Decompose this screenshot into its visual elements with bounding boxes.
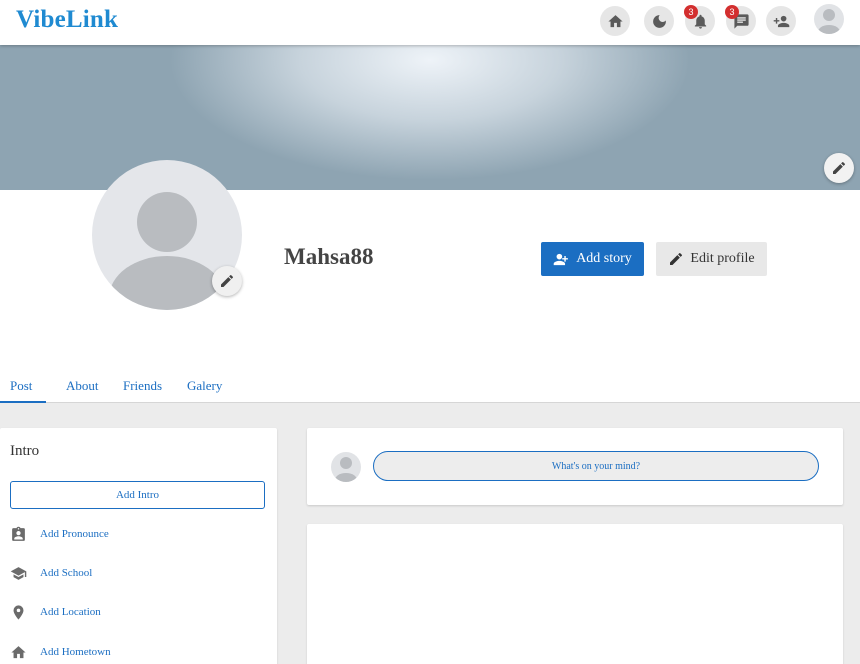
add-intro-button[interactable]: Add Intro [10,481,265,509]
notifications-button[interactable]: 3 [684,5,715,36]
profile-tabs: Post About Friends Galery [0,372,860,403]
profile-username: Mahsa88 [284,244,374,269]
add-hometown-item[interactable]: Add Hometown [10,642,111,662]
moon-icon [652,14,666,28]
add-location-item[interactable]: Add Location [10,602,101,622]
dark-mode-toggle[interactable] [644,6,674,36]
school-icon [10,566,27,580]
edit-profile-button[interactable]: Edit profile [656,242,767,276]
badge-icon [12,526,25,541]
active-tab-indicator [0,401,46,403]
user-placeholder-icon [335,457,357,482]
feed-card [307,524,843,664]
add-person-icon [773,15,789,27]
add-location-label: Add Location [40,606,101,618]
notifications-badge: 3 [684,5,698,19]
edit-profile-label: Edit profile [690,251,755,266]
add-person-icon [553,253,569,265]
home-icon [11,645,26,658]
cover-photo [0,45,860,190]
add-school-item[interactable]: Add School [10,563,92,583]
add-pronounce-item[interactable]: Add Pronounce [10,524,109,544]
pencil-icon [670,252,683,265]
edit-cover-button[interactable] [824,153,854,183]
tab-about[interactable]: About [66,378,99,394]
home-icon [607,14,623,27]
add-school-label: Add School [40,567,93,579]
intro-card: Intro Add Intro Add Pronounce Add School… [0,428,277,664]
messages-badge: 3 [725,5,739,19]
home-button[interactable] [600,6,630,36]
pencil-icon [833,161,846,174]
add-story-label: Add story [576,251,632,266]
add-pronounce-label: Add Pronounce [40,528,109,540]
top-navbar: VibeLink 3 3 [0,0,860,45]
pencil-icon [221,274,234,287]
account-avatar[interactable] [814,4,844,34]
user-placeholder-icon [818,9,840,34]
tab-galery[interactable]: Galery [187,378,222,394]
tab-friends[interactable]: Friends [123,378,162,394]
intro-title: Intro [10,443,40,459]
post-composer: What's on your mind? [307,428,843,505]
composer-avatar [331,452,361,482]
tab-post[interactable]: Post [10,378,32,394]
add-story-button[interactable]: Add story [541,242,644,276]
app-logo[interactable]: VibeLink [16,6,118,34]
add-hometown-label: Add Hometown [40,646,111,658]
friend-requests-button[interactable] [766,6,796,36]
edit-avatar-button[interactable] [212,266,242,296]
location-pin-icon [13,604,24,620]
whats-on-your-mind-input[interactable]: What's on your mind? [373,451,819,481]
messages-button[interactable]: 3 [725,5,756,36]
